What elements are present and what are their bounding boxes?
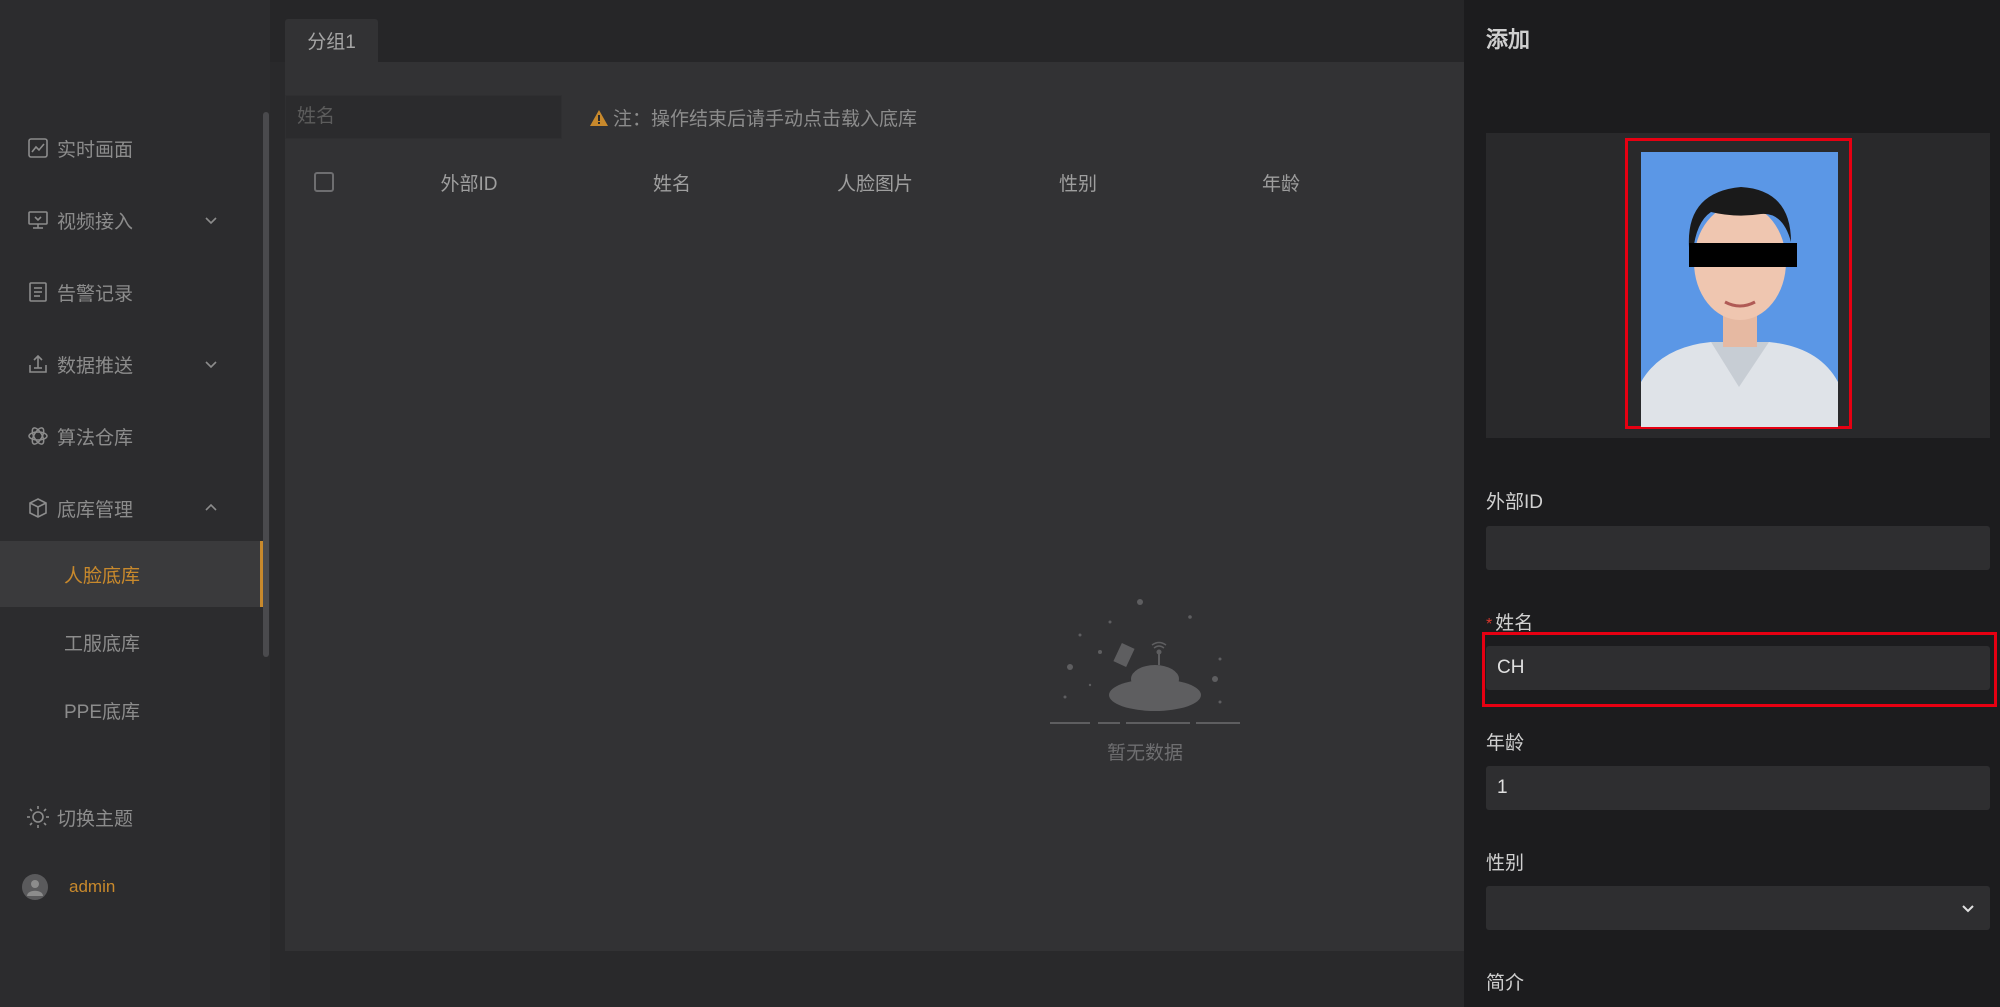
empty-text: 暂无数据 — [1106, 743, 1183, 764]
column-header: 年龄 — [1261, 174, 1300, 195]
user-name: admin — [69, 877, 116, 896]
name-label-text: 姓名 — [1495, 613, 1534, 634]
name-field[interactable] — [1486, 646, 1990, 690]
notice-text: 注：操作结束后请手动点击载入底库 — [613, 109, 918, 130]
cube-icon — [26, 496, 50, 520]
sidebar-item-library[interactable]: 底库管理 — [0, 477, 263, 539]
column-header: 人脸图片 — [836, 174, 913, 195]
upload-icon — [26, 352, 50, 376]
tab-group-1[interactable]: 分组1 — [285, 19, 378, 62]
sidebar: 实时画面 视频接入 告警记录 数据推送 算法仓库 底库管理 人脸底库 工服底库 … — [0, 0, 270, 1007]
main-content: 分组1 注：操作结束后请手动点击载入底库 外部ID 姓名 人脸图片 性别 年龄 — [270, 0, 1464, 1007]
column-header: 外部ID — [440, 174, 498, 195]
face-photo — [1641, 152, 1838, 427]
user-menu[interactable]: admin — [22, 874, 115, 900]
empty-ufo-icon — [1050, 599, 1240, 724]
sidebar-subitem-label: 人脸底库 — [64, 565, 141, 587]
sidebar-item-realtime[interactable]: 实时画面 — [0, 117, 263, 179]
sidebar-item-label: 实时画面 — [57, 139, 134, 161]
add-drawer: 添加 外部ID *姓名 年龄 性别 — [1464, 0, 2000, 1007]
sidebar-subitem-ppe-library[interactable]: PPE底库 — [0, 677, 263, 743]
content-panel: 注：操作结束后请手动点击载入底库 外部ID 姓名 人脸图片 性别 年龄 — [285, 62, 1464, 951]
sidebar-subitem-label: 工服底库 — [64, 633, 141, 655]
external-id-field[interactable] — [1486, 526, 1990, 570]
column-header: 性别 — [1058, 174, 1097, 195]
gender-select[interactable] — [1486, 886, 1990, 930]
gender-label: 性别 — [1486, 853, 1525, 874]
column-header: 姓名 — [652, 174, 691, 195]
avatar — [22, 874, 48, 900]
sidebar-subitem-face-library[interactable]: 人脸底库 — [0, 541, 263, 607]
line-chart-icon — [26, 136, 50, 160]
chevron-down-icon — [203, 356, 219, 372]
search-input[interactable] — [285, 95, 562, 139]
sidebar-scrollbar[interactable] — [263, 112, 269, 657]
table-header: 外部ID 姓名 人脸图片 性别 年龄 — [285, 155, 1464, 210]
face-image-highlight — [1625, 138, 1852, 429]
empty-state: 暂无数据 — [1050, 597, 1240, 765]
age-label: 年龄 — [1486, 733, 1525, 754]
sidebar-item-data-push[interactable]: 数据推送 — [0, 333, 263, 395]
notice: 注：操作结束后请手动点击载入底库 — [589, 104, 917, 131]
age-field[interactable] — [1486, 766, 1990, 810]
sidebar-item-label: 算法仓库 — [57, 427, 134, 449]
sidebar-item-label: 底库管理 — [57, 499, 134, 521]
sidebar-item-label: 数据推送 — [57, 355, 134, 377]
tab-bar: 分组1 — [270, 0, 1464, 62]
warning-icon — [589, 109, 609, 127]
sidebar-item-alarm[interactable]: 告警记录 — [0, 261, 263, 323]
bio-label: 简介 — [1486, 973, 1525, 994]
sidebar-item-label: 视频接入 — [57, 211, 134, 233]
select-all-checkbox[interactable] — [314, 172, 334, 192]
monitor-icon — [26, 208, 50, 232]
document-icon — [26, 280, 50, 304]
required-asterisk: * — [1486, 616, 1493, 633]
sun-icon — [26, 805, 50, 829]
sidebar-item-video[interactable]: 视频接入 — [0, 189, 263, 251]
name-label: * 姓名 — [1486, 608, 1533, 635]
chevron-up-icon — [203, 500, 219, 516]
sidebar-subitem-label: PPE底库 — [64, 701, 141, 723]
chevron-down-icon — [203, 212, 219, 228]
external-id-label: 外部ID — [1486, 492, 1544, 513]
theme-switch[interactable]: 切换主题 — [0, 786, 263, 848]
sidebar-item-label: 告警记录 — [57, 283, 134, 305]
face-image-upload[interactable] — [1486, 133, 1990, 438]
sidebar-subitem-uniform-library[interactable]: 工服底库 — [0, 609, 263, 675]
sidebar-item-algorithm[interactable]: 算法仓库 — [0, 405, 263, 467]
atom-icon — [26, 424, 50, 448]
theme-switch-label: 切换主题 — [57, 808, 134, 830]
chevron-down-icon — [1960, 900, 1976, 922]
drawer-title: 添加 — [1486, 27, 1531, 52]
